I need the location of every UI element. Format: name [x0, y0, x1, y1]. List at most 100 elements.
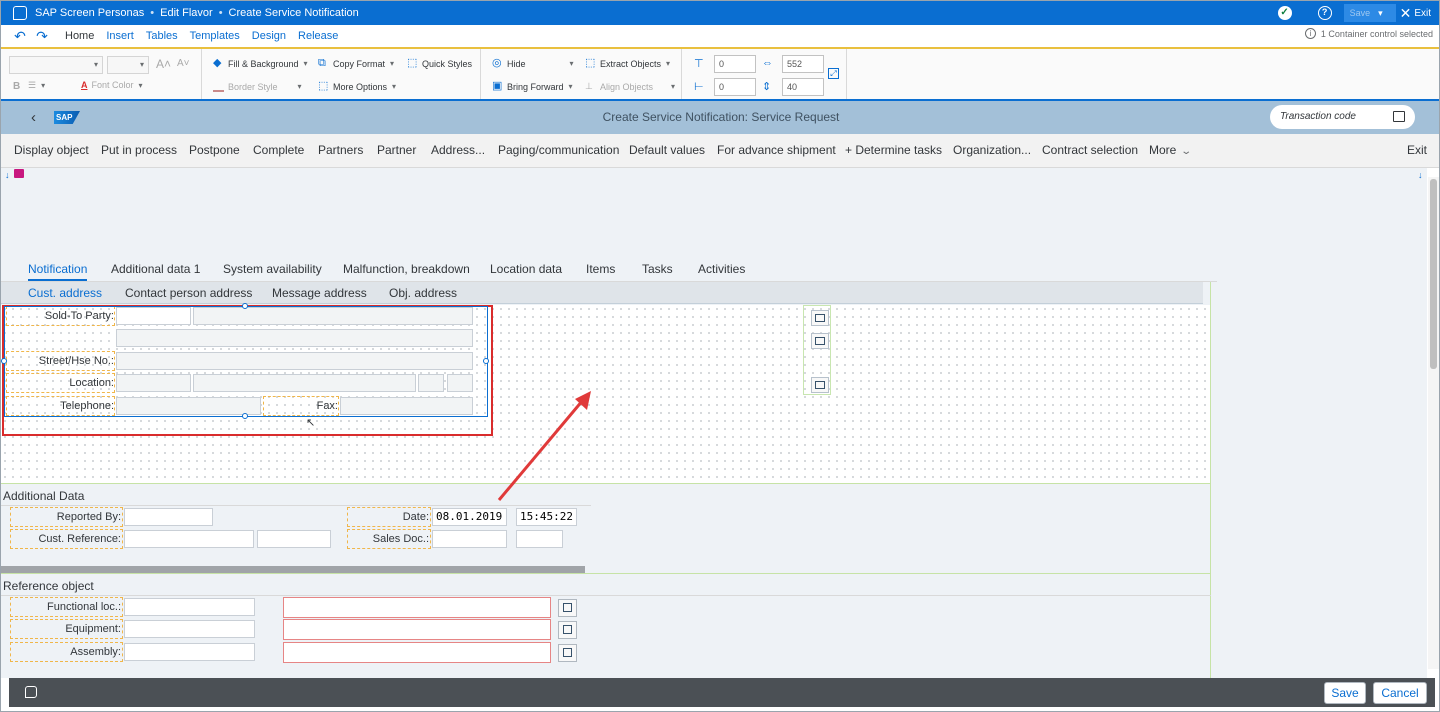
- paging-communication-button[interactable]: Paging/communication: [498, 143, 619, 157]
- functional-loc-input[interactable]: [124, 598, 255, 616]
- enter-icon[interactable]: [1393, 111, 1405, 122]
- scrollbar-thumb[interactable]: [1430, 179, 1437, 369]
- redo-icon[interactable]: ↷: [31, 28, 53, 45]
- bring-forward-button[interactable]: ▣ Bring Forward ▾: [492, 81, 573, 92]
- quick-styles-button[interactable]: ⬚ Quick Styles: [407, 58, 472, 69]
- organization-button[interactable]: Organization...: [953, 143, 1031, 157]
- fill-background-button[interactable]: ◆ Fill & Background ▾: [213, 58, 308, 69]
- subtab-contact-person-address[interactable]: Contact person address: [125, 286, 252, 300]
- tab-additional-data-1[interactable]: Additional data 1: [111, 262, 200, 276]
- postpone-button[interactable]: Postpone: [189, 143, 240, 157]
- font-color-icon: A: [81, 80, 88, 90]
- default-values-button[interactable]: Default values: [629, 143, 705, 157]
- card-icon[interactable]: [811, 333, 829, 349]
- undo-icon[interactable]: ↶: [9, 28, 31, 45]
- equipment-input[interactable]: [124, 620, 255, 638]
- tab-location-data[interactable]: Location data: [490, 262, 562, 276]
- extract-objects-button[interactable]: ⬚ Extract Objects ▾: [585, 58, 670, 69]
- decrease-font-icon[interactable]: A˅: [177, 58, 190, 69]
- tab-tasks[interactable]: Tasks: [642, 262, 673, 276]
- width-field[interactable]: 552: [782, 55, 824, 73]
- selected-container[interactable]: [4, 306, 488, 417]
- subtab-message-address[interactable]: Message address: [272, 286, 367, 300]
- left-field[interactable]: 0: [714, 78, 756, 96]
- address-button[interactable]: Address...: [431, 143, 485, 157]
- resize-handle[interactable]: [242, 413, 248, 419]
- tab-home[interactable]: Home: [65, 30, 94, 42]
- tab-templates[interactable]: Templates: [190, 30, 240, 42]
- personas-icon[interactable]: [25, 686, 37, 698]
- tab-release[interactable]: Release: [298, 30, 338, 42]
- contact-icon[interactable]: [811, 377, 829, 393]
- lock-aspect-icon[interactable]: ⤢: [828, 68, 839, 79]
- font-color-button[interactable]: A Font Color ▾: [81, 80, 143, 90]
- footer-save-button[interactable]: Save: [1324, 682, 1366, 704]
- info-icon: i: [1304, 28, 1316, 39]
- tab-insert[interactable]: Insert: [106, 30, 134, 42]
- sales-doc-input[interactable]: [432, 530, 507, 548]
- put-in-process-button[interactable]: Put in process: [101, 143, 177, 157]
- top-field[interactable]: 0: [714, 55, 756, 73]
- vertical-scrollbar[interactable]: [1428, 177, 1439, 669]
- more-button[interactable]: More ⌄: [1149, 143, 1192, 157]
- more-options-button[interactable]: ⬚ More Options ▾: [318, 81, 396, 92]
- image-icon[interactable]: [811, 310, 829, 326]
- structure-icon[interactable]: [558, 599, 577, 617]
- footer-bar: Save Cancel: [9, 678, 1435, 707]
- assembly-input[interactable]: [124, 643, 255, 661]
- breadcrumb-separator: •: [150, 7, 155, 19]
- info-icon[interactable]: [558, 644, 577, 662]
- footer-cancel-button[interactable]: Cancel: [1373, 682, 1427, 704]
- chevron-down-icon[interactable]: ▾: [1378, 8, 1383, 19]
- resize-handle[interactable]: [242, 303, 248, 309]
- font-color-label: Font Color: [91, 80, 134, 90]
- display-object-button[interactable]: Display object: [14, 143, 89, 157]
- partner-button[interactable]: Partner: [377, 143, 416, 157]
- functional-loc-label: Functional loc.:: [47, 601, 121, 613]
- bold-icon[interactable]: B: [13, 81, 20, 92]
- resize-handle[interactable]: [483, 358, 489, 364]
- subtab-obj-address[interactable]: Obj. address: [389, 286, 457, 300]
- contract-selection-button[interactable]: Contract selection: [1042, 143, 1138, 157]
- tab-system-availability[interactable]: System availability: [223, 262, 322, 276]
- time-input[interactable]: 15:45:22: [516, 508, 577, 526]
- height-field[interactable]: 40: [782, 78, 824, 96]
- help-icon[interactable]: ?: [1317, 6, 1332, 20]
- equipment-structure-icon[interactable]: [558, 621, 577, 639]
- shell-header: ‹ SAP Create Service Notification: Servi…: [1, 101, 1439, 134]
- tab-notification[interactable]: Notification: [28, 262, 88, 281]
- check-status-icon[interactable]: ✓: [1277, 6, 1292, 20]
- complete-button[interactable]: Complete: [253, 143, 304, 157]
- tab-tables[interactable]: Tables: [146, 30, 178, 42]
- subtab-cust-address[interactable]: Cust. address: [28, 286, 102, 300]
- sales-doc-item-input[interactable]: [516, 530, 563, 548]
- tab-design[interactable]: Design: [252, 30, 286, 42]
- cust-reference-input[interactable]: [124, 530, 254, 548]
- partners-button[interactable]: Partners: [318, 143, 363, 157]
- advance-shipment-button[interactable]: For advance shipment: [717, 143, 836, 157]
- tab-items[interactable]: Items: [586, 262, 615, 276]
- resize-handle[interactable]: [1, 358, 7, 364]
- align-icon[interactable]: ☰ ▾: [28, 80, 45, 91]
- cust-reference-date-input[interactable]: [257, 530, 331, 548]
- transaction-code-input[interactable]: Transaction code: [1270, 105, 1415, 129]
- save-button[interactable]: Save ▾: [1343, 4, 1396, 22]
- reported-by-input[interactable]: [124, 508, 213, 526]
- determine-tasks-button[interactable]: + Determine tasks: [845, 143, 942, 157]
- exit-button[interactable]: ✕ Exit: [1400, 5, 1431, 22]
- copy-format-button[interactable]: ⧉ Copy Format ▾: [318, 58, 394, 69]
- eye-icon[interactable]: [14, 169, 24, 178]
- exit-button-toolbar[interactable]: Exit: [1407, 143, 1427, 157]
- date-input[interactable]: 08.01.2019: [432, 508, 507, 526]
- hide-button[interactable]: ◎ Hide ▾: [492, 58, 574, 69]
- design-canvas[interactable]: ↓ ↓ Notification Additional data 1 Syste…: [1, 168, 1427, 678]
- breadcrumb-edit-flavor[interactable]: Edit Flavor: [160, 7, 213, 19]
- align-objects-button[interactable]: ⊥ Align Objects ▾: [585, 81, 675, 92]
- tab-activities[interactable]: Activities: [698, 262, 745, 276]
- increase-font-icon[interactable]: A˄: [156, 57, 171, 71]
- quick-styles-icon: ⬚: [407, 57, 418, 69]
- tab-malfunction-breakdown[interactable]: Malfunction, breakdown: [343, 262, 470, 276]
- font-size-select[interactable]: ▾: [107, 56, 149, 74]
- border-style-button[interactable]: Border Style ▾: [213, 81, 302, 92]
- font-family-select[interactable]: ▾: [9, 56, 103, 74]
